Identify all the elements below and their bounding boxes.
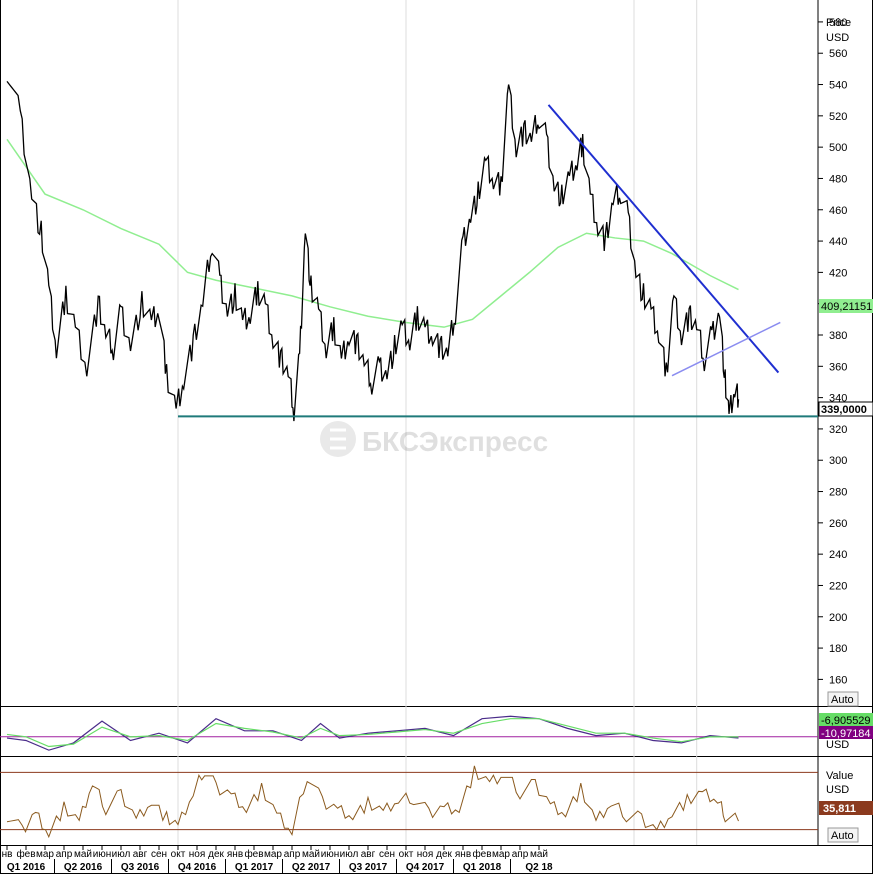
value-axis-unit: USD xyxy=(826,784,849,796)
value-axis-title: Value xyxy=(826,770,853,782)
month-label: фев xyxy=(244,848,263,860)
trendline-downtrend[interactable] xyxy=(547,104,780,374)
quarter-label: Q4 2017 xyxy=(406,862,445,873)
ma-value-badge: 409,21151 xyxy=(819,299,873,313)
month-label: авг xyxy=(133,849,148,860)
price-tick-label: 360 xyxy=(829,361,847,373)
vertical-grid xyxy=(177,0,698,845)
oscillator-line-1 xyxy=(6,715,739,751)
time-axis: нв фев мар апр май июн июл авг сен окт ноя дек янв фе… xyxy=(2,846,553,873)
price-tick-label: 500 xyxy=(829,142,847,154)
price-tick-label: 160 xyxy=(829,674,847,686)
month-label: дек xyxy=(208,849,224,860)
month-label: окт xyxy=(171,849,186,860)
value-last-label: 35,811 xyxy=(823,803,856,815)
price-tick-label: 520 xyxy=(829,111,847,123)
quarter-label: Q1 2017 xyxy=(235,862,274,873)
price-tick-label: 580 xyxy=(829,17,847,29)
month-label: май xyxy=(302,849,320,860)
moving-average-line xyxy=(6,138,739,328)
last-price-label: 339,0000 xyxy=(821,404,867,416)
ma-value-label: 409,21151 xyxy=(821,301,872,313)
quarter-label: Q2 2017 xyxy=(292,862,331,873)
quarter-label: Q3 2016 xyxy=(121,862,160,873)
price-tick-label: 420 xyxy=(829,267,847,279)
price-tick-label: 240 xyxy=(829,549,847,561)
month-label: ноя xyxy=(189,849,206,860)
price-tick-label: 440 xyxy=(829,236,847,248)
price-line xyxy=(6,80,740,422)
month-label: нв xyxy=(2,849,13,860)
month-label: дек xyxy=(436,849,452,860)
price-tick-label: 380 xyxy=(829,330,847,342)
month-label: ноя xyxy=(417,849,434,860)
price-auto-label: Auto xyxy=(831,694,854,706)
price-panel xyxy=(6,80,818,422)
month-label: апр xyxy=(512,849,529,860)
month-label: фев xyxy=(472,848,491,860)
month-label: авг xyxy=(361,849,376,860)
price-tick-label: 260 xyxy=(829,518,847,530)
month-label: янв xyxy=(227,849,243,860)
last-price-badge: 339,0000 xyxy=(818,401,873,417)
month-label: янв xyxy=(455,849,471,860)
month-label: сен xyxy=(151,849,167,860)
watermark: БКСЭкспресс xyxy=(320,421,548,457)
watermark-text: БКСЭкспресс xyxy=(362,426,548,457)
price-tick-label: 220 xyxy=(829,580,847,592)
month-label: апр xyxy=(56,849,73,860)
price-auto-button[interactable]: Auto xyxy=(827,691,859,707)
month-label: мар xyxy=(36,849,54,860)
price-tick-label: 480 xyxy=(829,173,847,185)
quarter-label: Q3 2017 xyxy=(349,862,388,873)
price-tick-label: 180 xyxy=(829,643,847,655)
price-tick-label: 460 xyxy=(829,205,847,217)
quarter-label: Q4 2016 xyxy=(178,862,217,873)
month-label: июл xyxy=(112,849,131,860)
value-auto-label: Auto xyxy=(831,830,854,842)
month-label: сен xyxy=(379,849,395,860)
month-label: май xyxy=(530,849,548,860)
value-auto-button[interactable]: Auto xyxy=(827,827,859,843)
stock-chart: БКСЭкспресс Price USD 160180200220240260… xyxy=(0,0,873,874)
price-tick-label: 300 xyxy=(829,455,847,467)
quarter-label: Q1 2016 xyxy=(7,862,46,873)
month-label: фев xyxy=(16,848,35,860)
month-label: окт xyxy=(399,849,414,860)
quarter-label: Q2 18 xyxy=(525,862,553,873)
month-label: мар xyxy=(264,849,282,860)
quarter-label: Q2 2016 xyxy=(64,862,103,873)
month-label: июл xyxy=(340,849,359,860)
price-tick-label: 540 xyxy=(829,80,847,92)
month-label: май xyxy=(74,849,92,860)
oscillator-axis-unit: USD xyxy=(826,739,849,751)
month-label: апр xyxy=(284,849,301,860)
oscillator-label-1: -6,905529 xyxy=(821,715,871,727)
price-tick-label: 560 xyxy=(829,48,847,60)
value-panel xyxy=(0,765,818,839)
oscillator-panel xyxy=(0,715,818,751)
price-tick-label: 320 xyxy=(829,424,847,436)
quarter-label: Q1 2018 xyxy=(463,862,502,873)
price-axis-unit: USD xyxy=(826,32,849,44)
value-line xyxy=(6,765,739,839)
price-axis: Price USD 160180200220240260280300320340… xyxy=(818,17,851,686)
oscillator-axis: -6,905529 -10,97184 USD xyxy=(819,713,873,751)
month-label: июн xyxy=(321,849,340,860)
month-label: июн xyxy=(93,849,112,860)
price-tick-label: 280 xyxy=(829,487,847,499)
price-tick-label: 200 xyxy=(829,612,847,624)
month-label: мар xyxy=(492,849,510,860)
value-axis: Value USD 35,811 xyxy=(819,770,873,815)
